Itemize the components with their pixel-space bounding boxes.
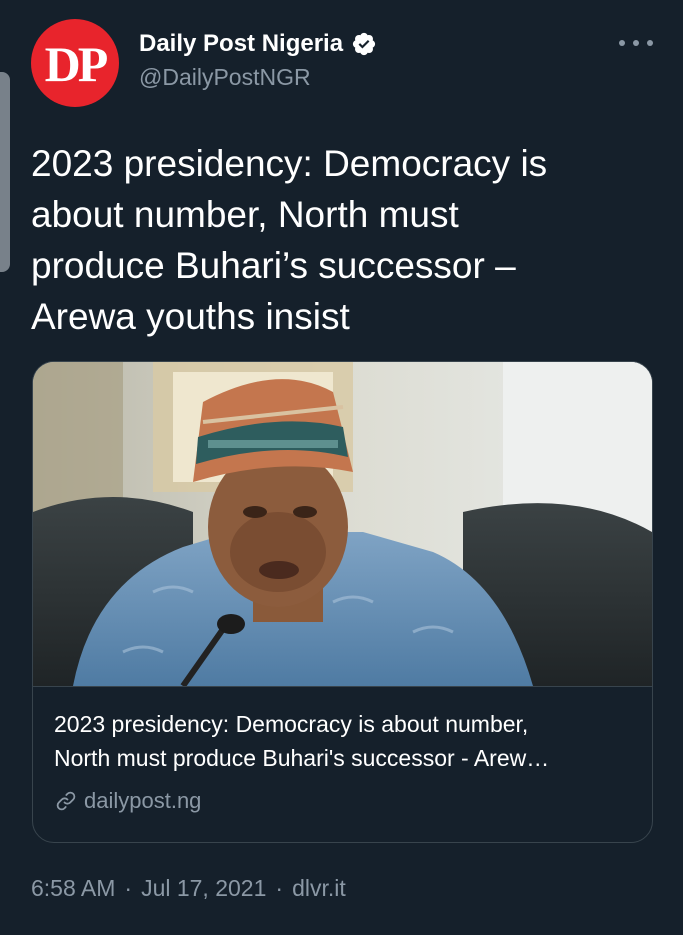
card-image[interactable] (33, 362, 652, 687)
verified-badge-icon (352, 32, 376, 56)
tweet-text-line: 2023 presidency: Democracy is (31, 143, 548, 184)
author-handle[interactable]: @DailyPostNGR (139, 64, 311, 91)
photo-man-speaking-icon (33, 362, 652, 686)
tweet-source[interactable]: dlvr.it (292, 875, 346, 902)
avatar[interactable]: DP (31, 19, 119, 107)
display-name[interactable]: Daily Post Nigeria (139, 30, 343, 58)
card-title-line: North must produce Buhari's successor - … (54, 745, 550, 771)
card-title[interactable]: 2023 presidency: Democracy is about numb… (54, 707, 632, 775)
tweet-meta: 6:58 AM · Jul 17, 2021 · dlvr.it (31, 872, 346, 904)
tweet-text: 2023 presidency: Democracy is about numb… (31, 138, 651, 342)
tweet-time[interactable]: 6:58 AM (31, 875, 115, 902)
tweet-date[interactable]: Jul 17, 2021 (141, 875, 266, 902)
avatar-logo-text: DP (44, 36, 109, 92)
meta-separator: · (124, 874, 133, 901)
link-preview-card[interactable]: 2023 presidency: Democracy is about numb… (32, 361, 653, 843)
card-domain: dailypost.ng (84, 788, 202, 813)
more-dot-icon (619, 40, 625, 46)
more-options-button[interactable] (619, 30, 653, 56)
tweet-text-line: produce Buhari’s successor – (31, 245, 516, 286)
tweet: DP Daily Post Nigeria @DailyPostNGR 2023… (0, 0, 683, 935)
more-dot-icon (647, 40, 653, 46)
meta-separator: · (275, 874, 284, 901)
card-title-line: 2023 presidency: Democracy is about numb… (54, 711, 529, 737)
author-name-row[interactable]: Daily Post Nigeria (139, 28, 377, 60)
card-domain-row: dailypost.ng (54, 786, 201, 816)
link-icon (56, 791, 76, 811)
tweet-text-line: about number, North must (31, 194, 459, 235)
tweet-text-line: Arewa youths insist (31, 296, 350, 337)
more-dot-icon (633, 40, 639, 46)
